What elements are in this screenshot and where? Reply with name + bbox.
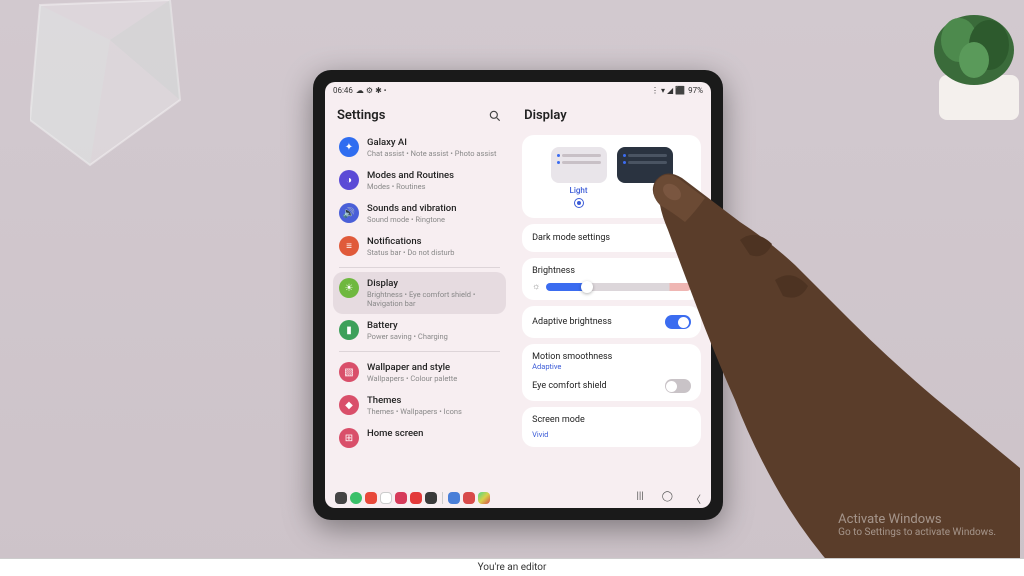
light-preview-icon xyxy=(551,147,607,183)
nav-back-icon[interactable]: 〈 xyxy=(691,491,701,506)
nav-recents-icon[interactable]: ||| xyxy=(636,491,643,506)
brightness-slider[interactable] xyxy=(546,283,691,291)
light-label: Light xyxy=(570,186,588,195)
settings-item-title: Notifications xyxy=(367,236,454,247)
eye-comfort-label: Eye comfort shield xyxy=(532,381,606,391)
taskbar-apps[interactable] xyxy=(335,492,490,504)
settings-item-modes-and-routines[interactable]: ◑ Modes and RoutinesModes • Routines xyxy=(333,164,506,197)
crystal-decor xyxy=(30,0,185,170)
settings-item-title: Home screen xyxy=(367,428,423,439)
settings-item-title: Galaxy AI xyxy=(367,137,496,148)
settings-item-display[interactable]: ☀ DisplayBrightness • Eye comfort shield … xyxy=(333,272,506,314)
adaptive-brightness-label: Adaptive brightness xyxy=(532,317,612,327)
settings-item-icon: ✦ xyxy=(339,137,359,157)
theme-selector-card: Light xyxy=(522,135,701,218)
status-battery: 97% xyxy=(688,86,703,95)
adaptive-brightness-row[interactable]: Adaptive brightness xyxy=(522,306,701,338)
status-time: 06:46 xyxy=(333,86,353,95)
brightness-card: Brightness ☼ xyxy=(522,258,701,300)
brightness-sun-icon: ☼ xyxy=(532,281,540,292)
settings-item-title: Display xyxy=(367,278,500,289)
theme-option-dark[interactable] xyxy=(617,147,673,208)
settings-item-sub: Modes • Routines xyxy=(367,182,454,191)
status-left-icons: ☁ ⚙ ✱ • xyxy=(356,86,387,95)
dark-mode-settings-label: Dark mode settings xyxy=(532,233,610,243)
eye-comfort-row[interactable]: Eye comfort shield xyxy=(532,379,691,393)
motion-value: Adaptive xyxy=(532,362,691,371)
settings-item-wallpaper-and-style[interactable]: ▧ Wallpaper and styleWallpapers • Colour … xyxy=(333,356,506,389)
motion-smoothness-row[interactable]: Motion smoothness Adaptive xyxy=(532,352,691,371)
brightness-thumb[interactable] xyxy=(581,281,593,293)
settings-item-icon: ☀ xyxy=(339,278,359,298)
settings-item-icon: ◆ xyxy=(339,395,359,415)
settings-item-icon: ▮ xyxy=(339,320,359,340)
settings-title: Settings xyxy=(337,108,385,123)
screen-mode-label: Screen mode xyxy=(532,415,691,425)
tablet-device: 06:46 ☁ ⚙ ✱ • ⋮ ▾ ◢ ⬛ 97% Settings ✦ Gala… xyxy=(313,70,723,520)
search-icon[interactable] xyxy=(488,109,502,123)
eye-comfort-toggle[interactable] xyxy=(665,379,691,393)
nav-bar: ||| ◯ 〈 xyxy=(325,488,711,508)
dark-preview-icon xyxy=(617,147,673,183)
motion-eye-card: Motion smoothness Adaptive Eye comfort s… xyxy=(522,344,701,401)
status-bar: 06:46 ☁ ⚙ ✱ • ⋮ ▾ ◢ ⬛ 97% xyxy=(325,82,711,98)
settings-item-title: Wallpaper and style xyxy=(367,362,457,373)
settings-item-icon: ≡ xyxy=(339,236,359,256)
display-detail-pane: Display Light xyxy=(514,98,711,488)
settings-item-sub: Chat assist • Note assist • Photo assist xyxy=(367,149,496,158)
adaptive-brightness-toggle[interactable] xyxy=(665,315,691,329)
settings-item-home-screen[interactable]: ⊞ Home screen xyxy=(333,422,506,454)
tablet-screen: 06:46 ☁ ⚙ ✱ • ⋮ ▾ ◢ ⬛ 97% Settings ✦ Gala… xyxy=(325,82,711,508)
display-title: Display xyxy=(522,104,701,129)
settings-item-title: Sounds and vibration xyxy=(367,203,457,214)
screen-mode-value: Vivid xyxy=(532,430,691,439)
motion-label: Motion smoothness xyxy=(532,352,691,362)
settings-item-title: Battery xyxy=(367,320,448,331)
settings-item-sub: Brightness • Eye comfort shield • Naviga… xyxy=(367,290,500,308)
settings-list-pane: Settings ✦ Galaxy AIChat assist • Note as… xyxy=(325,98,514,488)
settings-item-title: Modes and Routines xyxy=(367,170,454,181)
settings-item-notifications[interactable]: ≡ NotificationsStatus bar • Do not distur… xyxy=(333,230,506,263)
settings-item-icon: ▧ xyxy=(339,362,359,382)
watermark-title: Activate Windows xyxy=(838,512,996,527)
settings-item-sub: Status bar • Do not disturb xyxy=(367,248,454,257)
settings-item-title: Themes xyxy=(367,395,462,406)
editor-status-bar: You're an editor xyxy=(0,558,1024,576)
theme-option-light[interactable]: Light xyxy=(551,147,607,208)
editor-status-text: You're an editor xyxy=(478,562,547,573)
settings-item-themes[interactable]: ◆ ThemesThemes • Wallpapers • Icons xyxy=(333,389,506,422)
settings-item-galaxy-ai[interactable]: ✦ Galaxy AIChat assist • Note assist • Ph… xyxy=(333,131,506,164)
settings-item-icon: ⊞ xyxy=(339,428,359,448)
settings-item-sounds-and-vibration[interactable]: 🔊 Sounds and vibrationSound mode • Ringto… xyxy=(333,197,506,230)
settings-item-icon: ◑ xyxy=(339,170,359,190)
status-right-icons: ⋮ ▾ ◢ ⬛ xyxy=(651,86,685,95)
windows-watermark: Activate Windows Go to Settings to activ… xyxy=(838,512,996,538)
settings-item-sub: Themes • Wallpapers • Icons xyxy=(367,407,462,416)
light-radio[interactable] xyxy=(574,198,584,208)
settings-item-sub: Power saving • Charging xyxy=(367,332,448,341)
screen-mode-row[interactable]: Screen mode Vivid xyxy=(522,407,701,447)
plant-decor xyxy=(889,0,1024,120)
brightness-label: Brightness xyxy=(532,266,691,276)
settings-item-icon: 🔊 xyxy=(339,203,359,223)
settings-item-battery[interactable]: ▮ BatteryPower saving • Charging xyxy=(333,314,506,347)
settings-item-sub: Sound mode • Ringtone xyxy=(367,215,457,224)
watermark-sub: Go to Settings to activate Windows. xyxy=(838,527,996,538)
dark-mode-settings-row[interactable]: Dark mode settings xyxy=(522,224,701,252)
settings-item-sub: Wallpapers • Colour palette xyxy=(367,374,457,383)
nav-home-icon[interactable]: ◯ xyxy=(662,491,673,506)
